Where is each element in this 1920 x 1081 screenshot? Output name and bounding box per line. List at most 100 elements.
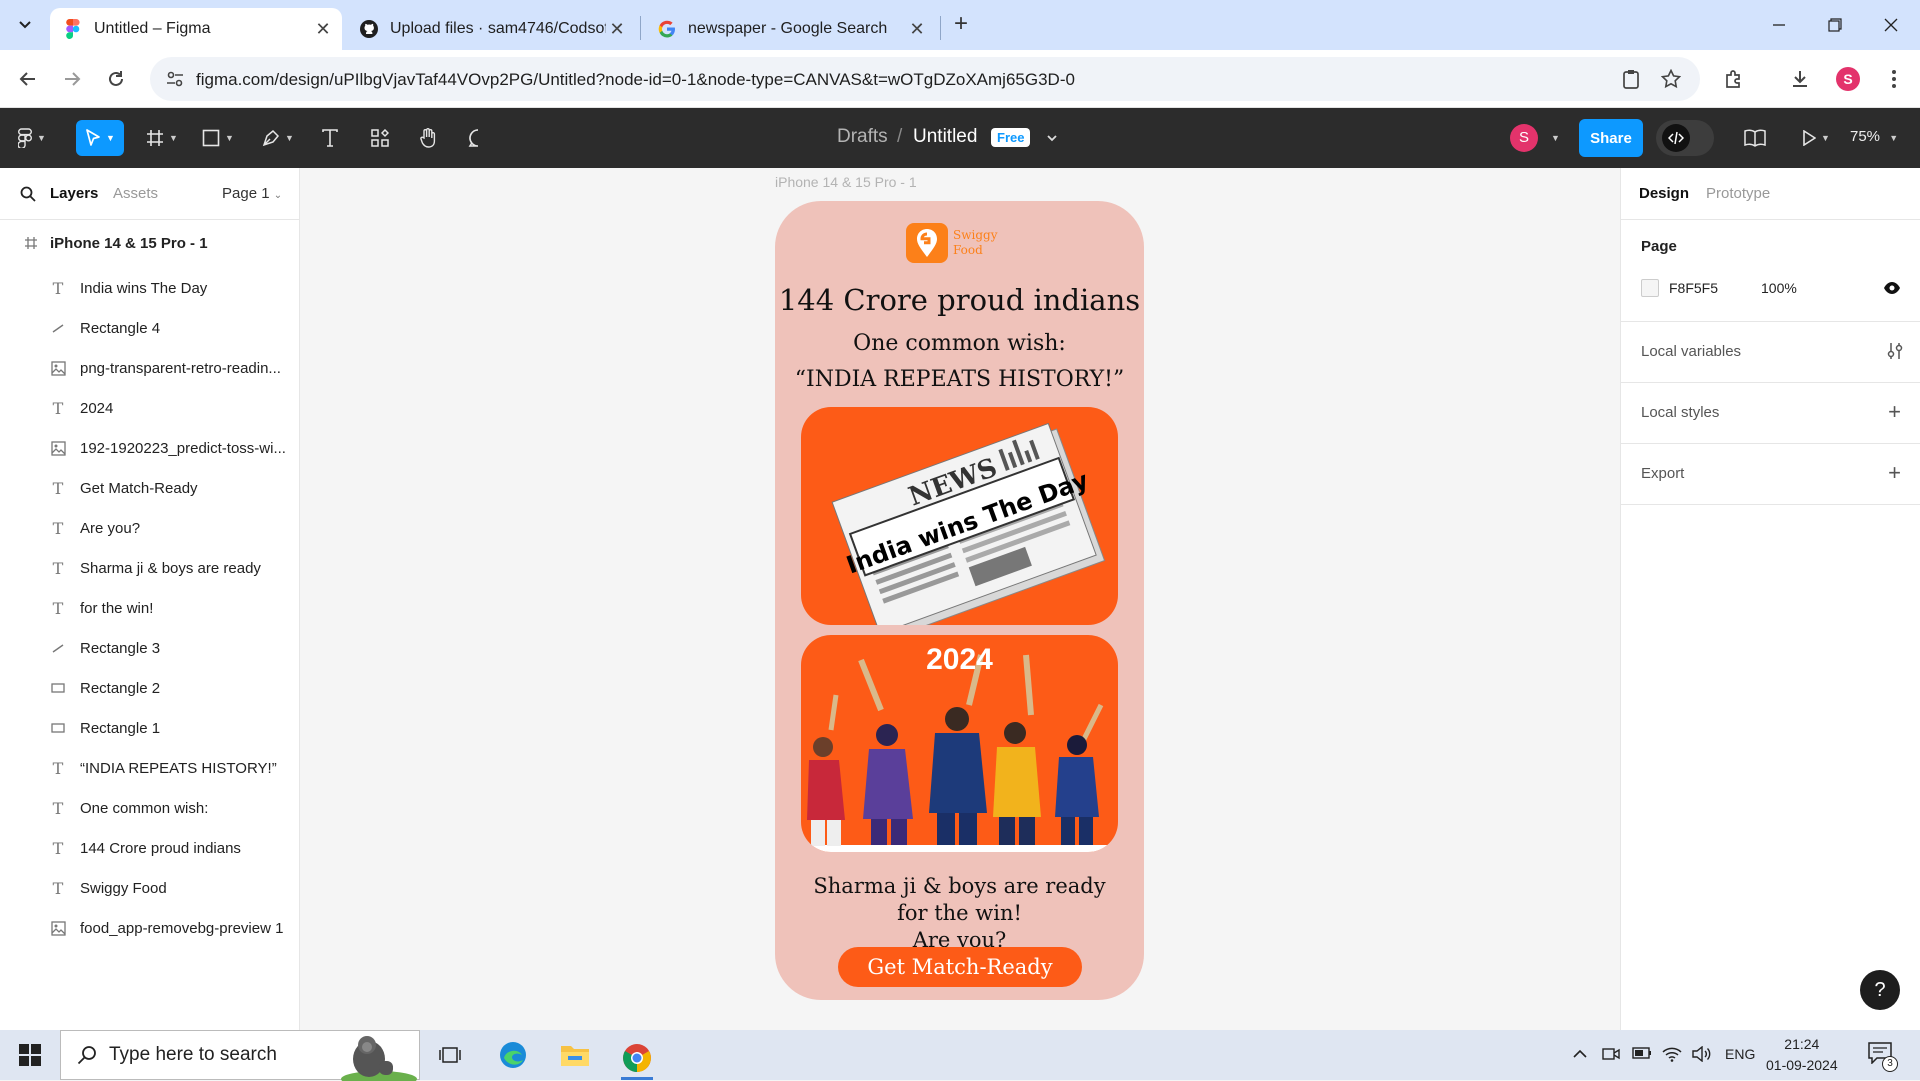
layer-row[interactable]: food_app-removebg-preview 1 [0,908,300,948]
clipboard-icon[interactable] [1620,68,1642,90]
layer-row[interactable]: 192-1920223_predict-toss-wi... [0,428,300,468]
close-icon[interactable]: ✕ [312,18,334,40]
layer-row[interactable]: T One common wish: [0,788,300,828]
layer-row[interactable]: T 144 Crore proud indians [0,828,300,868]
layer-row[interactable]: T Are you? [0,508,300,548]
file-menu-button[interactable] [1040,120,1064,156]
bookmark-star-icon[interactable] [1660,68,1682,90]
tab-design[interactable]: Design [1639,185,1689,202]
local-variables-section[interactable]: Local variables [1621,322,1920,383]
local-styles-section[interactable]: Local styles + [1621,383,1920,444]
dev-mode-toggle[interactable] [1656,120,1714,156]
chrome-taskbar-button[interactable] [621,1039,653,1080]
taskbar-search[interactable]: Type here to search [60,1030,420,1081]
comment-tool-button[interactable] [462,120,494,156]
code-icon [1662,124,1690,152]
frame-label[interactable]: iPhone 14 & 15 Pro - 1 [775,174,917,190]
layer-row[interactable]: png-transparent-retro-readin... [0,348,300,388]
tab-layers[interactable]: Layers [50,185,98,202]
avatar-menu-button[interactable]: ▼ [1544,120,1562,156]
minimize-button[interactable] [1750,0,1808,50]
layer-row[interactable]: T India wins The Day [0,268,300,308]
page-color-row[interactable]: F8F5F5 100% [1621,279,1920,301]
restore-button[interactable] [1806,0,1864,50]
layer-row[interactable]: T Get Match-Ready [0,468,300,508]
library-button[interactable] [1740,120,1770,156]
layer-row[interactable]: T Swiggy Food [0,868,300,908]
user-avatar[interactable]: S [1510,124,1538,152]
sliders-icon[interactable] [1887,342,1903,360]
plus-icon[interactable]: + [1888,399,1901,425]
wifi-icon[interactable] [1662,1046,1682,1062]
get-match-ready-button[interactable]: Get Match-Ready [838,947,1082,987]
plus-icon[interactable]: + [1888,460,1901,486]
close-icon[interactable]: ✕ [906,18,928,40]
text-tool-button[interactable] [314,120,346,156]
forward-button[interactable] [58,65,86,93]
task-view-button[interactable] [434,1039,466,1071]
url-field[interactable]: figma.com/design/uPIlbgVjavTaf44VOvp2PG/… [150,57,1700,101]
tab-assets[interactable]: Assets [113,185,158,202]
windows-start-button[interactable] [14,1039,46,1071]
notification-center[interactable]: 3 [1868,1042,1898,1072]
help-button[interactable]: ? [1860,970,1900,1010]
layer-row[interactable]: Tfor the win! [0,588,300,628]
extensions-button[interactable] [1720,65,1748,93]
layer-row[interactable]: Rectangle 2 [0,668,300,708]
downloads-button[interactable] [1786,65,1814,93]
clock[interactable]: 21:24 01-09-2024 [1766,1034,1838,1076]
layer-frame[interactable]: iPhone 14 & 15 Pro - 1 [0,228,300,260]
tab-prototype[interactable]: Prototype [1706,185,1770,202]
headline-text: 144 Crore proud indians [778,283,1141,317]
file-explorer-taskbar-button[interactable] [559,1039,591,1071]
profile-avatar[interactable]: S [1836,67,1860,91]
layer-row[interactable]: T 2024 [0,388,300,428]
volume-icon[interactable] [1692,1046,1712,1062]
tab-search-button[interactable] [10,12,40,38]
restore-icon [1828,18,1842,32]
battery-icon[interactable] [1632,1046,1652,1060]
phone-frame[interactable]: Swiggy Food 144 Crore proud indians One … [775,201,1144,1000]
frame-tool-button[interactable]: ▼ [140,120,184,156]
page-color-hex[interactable]: F8F5F5 [1669,280,1718,296]
share-button[interactable]: Share [1579,119,1643,157]
site-info-icon[interactable] [164,68,186,90]
color-swatch[interactable] [1641,279,1659,297]
resources-tool-button[interactable] [364,120,396,156]
layer-row[interactable]: T Sharma ji & boys are ready [0,548,300,588]
edge-taskbar-button[interactable] [497,1039,529,1071]
browser-menu-button[interactable] [1880,65,1908,93]
clock-date: 01-09-2024 [1766,1057,1838,1073]
chevron-up-icon[interactable] [1572,1046,1588,1062]
browser-tab-github[interactable]: Upload files · sam4746/Codsoft ✕ [346,8,636,50]
back-button[interactable] [14,65,42,93]
layer-row[interactable]: Rectangle 4 [0,308,300,348]
meet-now-icon[interactable] [1602,1046,1620,1062]
main-menu-button[interactable]: ▼ [12,120,52,156]
new-tab-button[interactable]: + [948,12,974,38]
browser-tab-google[interactable]: newspaper - Google Search ✕ [644,8,936,50]
search-icon[interactable] [20,186,36,202]
reload-button[interactable] [102,65,130,93]
hand-tool-button[interactable] [412,120,444,156]
pen-tool-button[interactable]: ▼ [256,120,300,156]
layer-row[interactable]: Rectangle 3 [0,628,300,668]
shape-tool-button[interactable]: ▼ [196,120,240,156]
present-button[interactable]: ▼ [1796,120,1836,156]
browser-tab-figma[interactable]: Untitled – Figma ✕ [50,8,342,50]
design-canvas[interactable]: iPhone 14 & 15 Pro - 1 Swiggy Food 144 C… [300,168,1620,1030]
export-section[interactable]: Export + [1621,444,1920,505]
page-selector[interactable]: Page 1 ⌄ [222,185,282,202]
eye-icon[interactable] [1883,281,1901,295]
close-icon[interactable]: ✕ [606,18,628,40]
language-indicator[interactable]: ENG [1725,1046,1755,1062]
layer-row[interactable]: T “INDIA REPEATS HISTORY!” [0,748,300,788]
arrow-right-icon [65,72,81,86]
zoom-level[interactable]: 75% ▼ [1850,128,1898,145]
layer-row[interactable]: Rectangle 1 [0,708,300,748]
move-tool-button[interactable]: ▼ [76,120,124,156]
breadcrumb-drafts[interactable]: Drafts [837,126,888,148]
close-window-button[interactable] [1862,0,1920,50]
file-name[interactable]: Untitled [913,126,977,148]
page-opacity[interactable]: 100% [1761,280,1797,296]
